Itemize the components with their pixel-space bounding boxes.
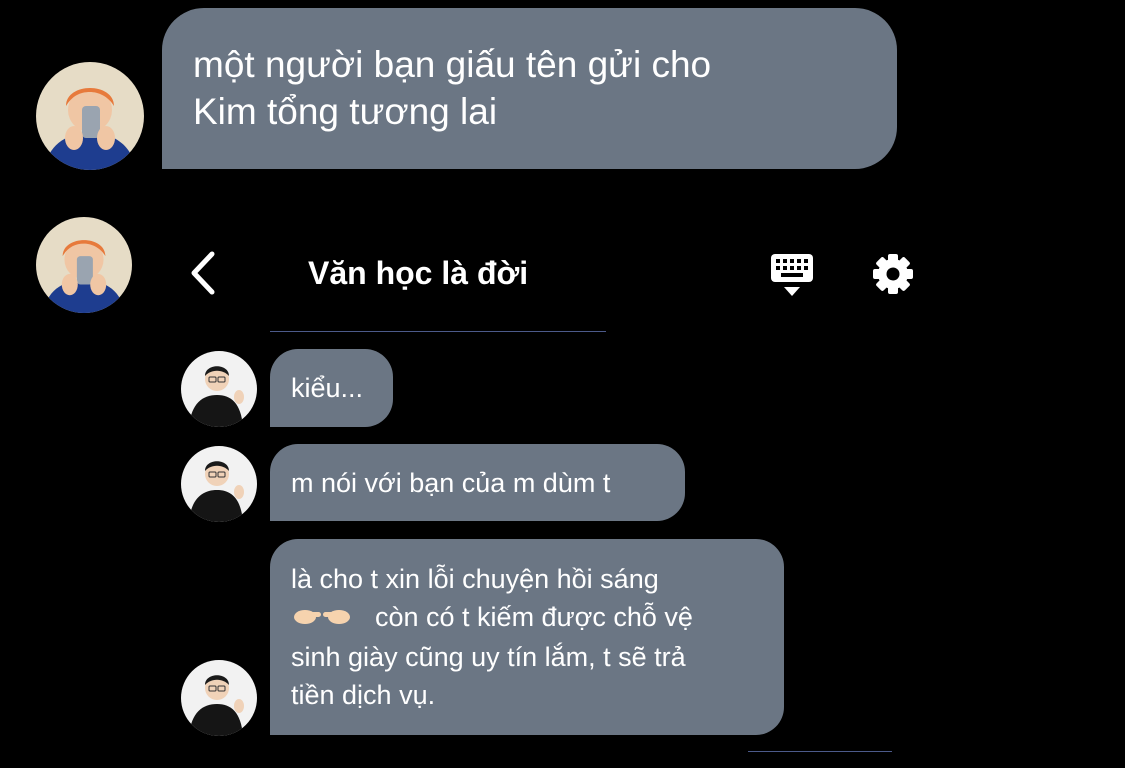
friend-avatar[interactable] (181, 446, 257, 522)
sender-avatar-2[interactable] (36, 217, 132, 313)
sender-avatar-2-image (36, 217, 132, 313)
chat-message-3-line-4: tiền dịch vụ. (291, 679, 436, 710)
chat-message-3[interactable]: là cho t xin lỗi chuyện hồi sáng còn có … (270, 539, 784, 735)
top-message-line-2: Kim tổng tương lai (193, 91, 498, 132)
gear-icon (873, 254, 913, 294)
emoji-pointing-hands (291, 600, 353, 638)
chat-title: Văn học là đời (308, 255, 529, 291)
settings-button[interactable] (871, 252, 915, 296)
sender-avatar[interactable] (36, 62, 144, 170)
chat-message-3-line-3: sinh giày cũng uy tín lắm, t sẽ trả (291, 641, 686, 672)
back-button[interactable] (186, 250, 222, 296)
keyboard-icon (771, 254, 813, 296)
pointing-hands-icon (294, 609, 350, 624)
top-message-bubble[interactable]: một người bạn giấu tên gửi cho Kim tổng … (162, 8, 897, 169)
chat-message-3-line-2-text: còn có t kiếm được chỗ vệ (375, 602, 693, 632)
chat-message-1[interactable]: kiểu... (270, 349, 393, 427)
chat-message-3-line-2: còn có t kiếm được chỗ vệ (291, 598, 784, 638)
chevron-left-icon (191, 251, 215, 295)
chat-message-3-line-1: là cho t xin lỗi chuyện hồi sáng (291, 564, 659, 594)
friend-avatar-image (181, 351, 257, 427)
top-message-line-1: một người bạn giấu tên gửi cho (193, 44, 712, 85)
divider-top (270, 331, 606, 332)
sender-avatar-image (36, 62, 144, 170)
friend-avatar[interactable] (181, 660, 257, 736)
keyboard-button[interactable] (769, 252, 815, 298)
divider-bottom (748, 751, 892, 752)
friend-avatar[interactable] (181, 351, 257, 427)
friend-avatar-image (181, 660, 257, 736)
chat-message-2[interactable]: m nói với bạn của m dùm t (270, 444, 685, 521)
friend-avatar-image (181, 446, 257, 522)
